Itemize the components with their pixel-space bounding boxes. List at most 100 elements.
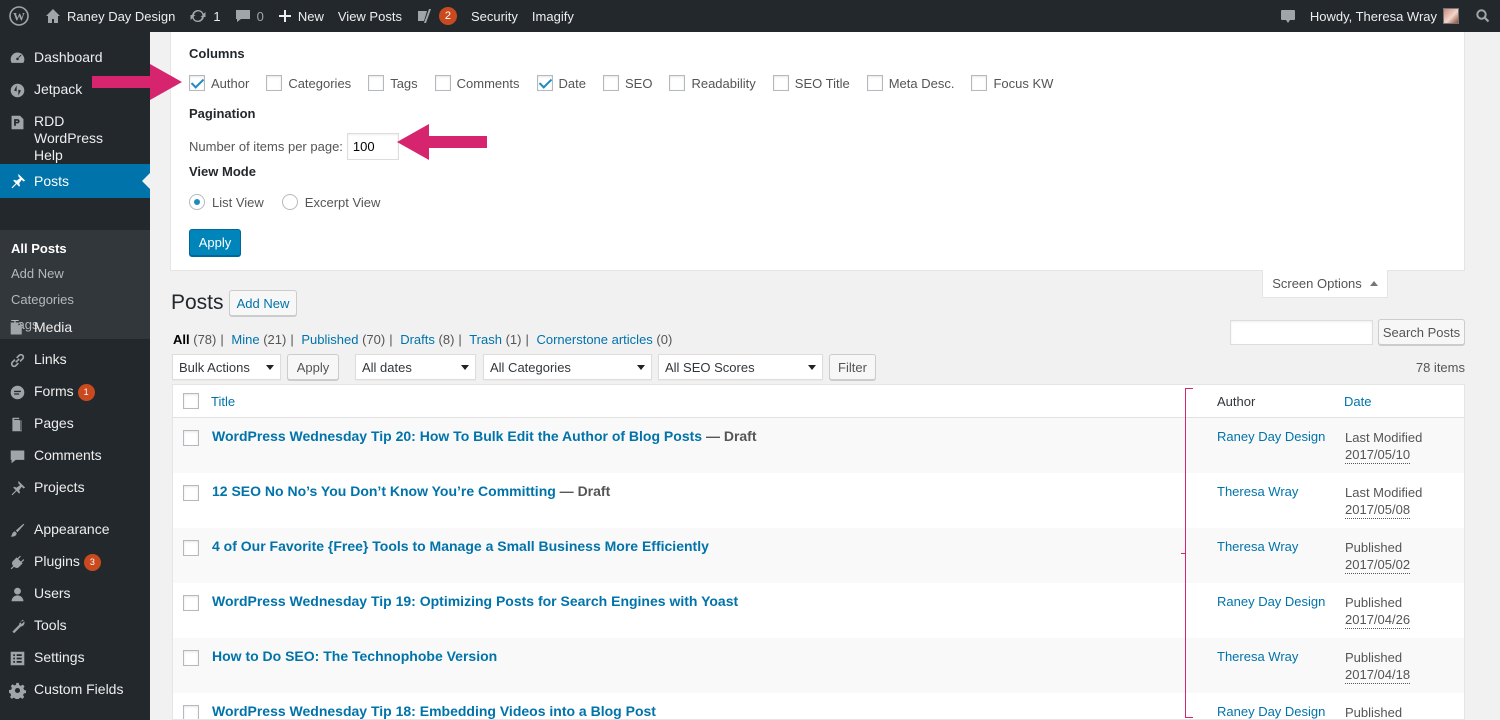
column-toggle-seo[interactable]: SEO (602, 75, 652, 91)
bulk-actions-select[interactable]: Bulk Actions (172, 354, 281, 380)
admin-search-button[interactable] (1466, 0, 1500, 32)
menu-plugins[interactable]: Plugins 3 (0, 553, 150, 571)
menu-links[interactable]: Links (0, 351, 150, 369)
menu-posts[interactable]: Posts (0, 164, 150, 198)
column-toggle-focus-kw[interactable]: Focus KW (971, 75, 1053, 91)
notifications-button[interactable] (1273, 0, 1303, 32)
post-author-link[interactable]: Theresa Wray (1217, 539, 1298, 554)
forms-count-badge: 1 (77, 384, 95, 401)
svg-text:W: W (13, 10, 25, 24)
post-author-link[interactable]: Raney Day Design (1217, 594, 1325, 609)
date-column-header[interactable]: Date (1344, 394, 1371, 409)
menu-comments[interactable]: Comments (0, 447, 150, 465)
select-all-checkbox[interactable] (183, 393, 199, 409)
column-toggle-meta-desc[interactable]: Meta Desc. (866, 75, 954, 91)
post-title-link[interactable]: WordPress Wednesday Tip 19: Optimizing P… (212, 593, 738, 609)
categories-checkbox[interactable] (266, 75, 283, 91)
view-posts-link[interactable]: View Posts (331, 0, 409, 32)
menu-appearance[interactable]: Appearance (0, 521, 150, 539)
column-toggle-comments[interactable]: Comments (434, 75, 520, 91)
menu-forms[interactable]: Forms 1 (0, 383, 150, 401)
row-checkbox[interactable] (183, 650, 199, 666)
screen-options-toggle[interactable]: Screen Options (1262, 270, 1388, 298)
post-author-link[interactable]: Raney Day Design (1217, 429, 1325, 444)
view-trash[interactable]: Trash (469, 332, 502, 347)
title-column-header[interactable]: Title (211, 394, 235, 409)
filter-button[interactable]: Filter (829, 354, 876, 380)
excerpt-view-radio[interactable] (281, 194, 298, 210)
view-drafts[interactable]: Drafts (400, 332, 435, 347)
readability-checkbox[interactable] (669, 75, 686, 91)
menu-tools[interactable]: Tools (0, 617, 150, 635)
new-content-link[interactable]: New (271, 0, 331, 32)
menu-settings[interactable]: Settings (0, 649, 150, 667)
menu-media[interactable]: Media (0, 319, 150, 337)
post-title-link[interactable]: WordPress Wednesday Tip 20: How To Bulk … (212, 428, 702, 444)
post-author-link[interactable]: Raney Day Design (1217, 704, 1325, 719)
columns-heading: Columns (189, 46, 245, 61)
submenu-all-posts[interactable]: All Posts (11, 241, 67, 256)
column-toggle-seo-title[interactable]: SEO Title (772, 75, 850, 91)
post-author-link[interactable]: Theresa Wray (1217, 649, 1298, 664)
tags-checkbox[interactable] (368, 75, 385, 91)
search-input[interactable] (1230, 320, 1373, 345)
row-checkbox[interactable] (183, 705, 199, 719)
row-checkbox[interactable] (183, 485, 199, 501)
comments-checkbox[interactable] (434, 75, 451, 91)
view-published[interactable]: Published (301, 332, 358, 347)
search-posts-button[interactable]: Search Posts (1378, 319, 1465, 345)
column-toggle-tags[interactable]: Tags (368, 75, 418, 91)
meta-desc-checkbox[interactable] (866, 75, 883, 91)
updates-link[interactable]: 1 (182, 0, 227, 32)
row-checkbox[interactable] (183, 595, 199, 611)
view-all[interactable]: All (173, 332, 190, 347)
bulk-apply-button[interactable]: Apply (287, 354, 339, 380)
list-view-radio[interactable] (189, 194, 205, 210)
row-checkbox[interactable] (183, 430, 199, 446)
screen-options-apply-button[interactable]: Apply (189, 229, 241, 256)
yoast-menu[interactable]: 2 (409, 0, 464, 32)
seo-checkbox[interactable] (602, 75, 619, 91)
column-toggle-author[interactable]: Author (189, 75, 249, 91)
post-title-link[interactable]: WordPress Wednesday Tip 18: Embedding Vi… (212, 703, 656, 719)
dates-filter-select[interactable]: All dates (355, 354, 476, 380)
menu-rdd-help[interactable]: RDD WordPress Help (0, 113, 150, 164)
menu-pages[interactable]: Pages (0, 415, 150, 433)
add-new-button[interactable]: Add New (229, 290, 297, 316)
categories-filter-select[interactable]: All Categories (483, 354, 652, 380)
post-title-link[interactable]: 12 SEO No No’s You Don’t Know You’re Com… (212, 483, 556, 499)
view-mine[interactable]: Mine (231, 332, 259, 347)
column-label: Categories (288, 75, 352, 91)
date-checkbox[interactable] (536, 75, 553, 91)
menu-custom-fields[interactable]: Custom Fields (0, 681, 150, 699)
settings-icon (10, 651, 24, 666)
comments-link[interactable]: 0 (228, 0, 271, 32)
my-account-link[interactable]: Howdy, Theresa Wray (1303, 0, 1466, 32)
table-header: Title Author Date (173, 385, 1464, 418)
comment-icon (235, 10, 250, 22)
seo-title-checkbox[interactable] (772, 75, 789, 91)
seo-scores-filter-select[interactable]: All SEO Scores (658, 354, 823, 380)
column-toggle-readability[interactable]: Readability (669, 75, 756, 91)
site-name-link[interactable]: Raney Day Design (38, 0, 182, 32)
post-author-link[interactable]: Theresa Wray (1217, 484, 1298, 499)
column-toggle-categories[interactable]: Categories (266, 75, 351, 91)
post-title-link[interactable]: How to Do SEO: The Technophobe Version (212, 648, 497, 664)
column-toggle-date[interactable]: Date (536, 75, 586, 91)
row-checkbox[interactable] (183, 540, 199, 556)
focus-kw-checkbox[interactable] (971, 75, 988, 91)
imagify-link[interactable]: Imagify (525, 0, 581, 32)
security-link[interactable]: Security (464, 0, 525, 32)
view-cornerstone[interactable]: Cornerstone articles (536, 332, 652, 347)
menu-users[interactable]: Users (0, 585, 150, 603)
author-checkbox[interactable] (189, 75, 205, 91)
post-title-link[interactable]: 4 of Our Favorite {Free} Tools to Manage… (212, 538, 709, 554)
comment-icon (10, 450, 24, 464)
wordpress-logo-button[interactable]: W (0, 0, 38, 32)
caret-up-icon (1369, 277, 1378, 286)
submenu-add-new[interactable]: Add New (11, 266, 64, 281)
submenu-categories[interactable]: Categories (11, 292, 74, 307)
items-per-page-input[interactable] (346, 133, 399, 160)
column-label: Readability (691, 75, 756, 91)
menu-projects[interactable]: Projects (0, 479, 150, 497)
